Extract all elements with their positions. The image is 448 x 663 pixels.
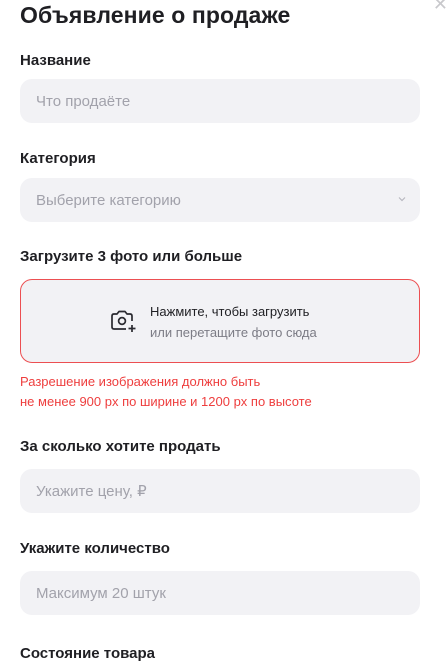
photos-label: Загрузите 3 фото или больше	[20, 248, 243, 265]
price-label: За сколько хотите продать	[20, 438, 221, 455]
photo-upload-dropzone[interactable]: Нажмите, чтобы загрузить или перетащите …	[20, 279, 420, 363]
condition-label: Состояние товара	[20, 645, 155, 662]
category-select[interactable]: Выберите категорию	[20, 178, 420, 222]
photo-error-line2: не менее 900 px по ширине и 1200 px по в…	[20, 394, 312, 409]
page-title: Объявление о продаже	[20, 2, 291, 28]
name-input[interactable]: Что продаёте	[20, 79, 420, 123]
category-label: Категория	[20, 150, 96, 167]
upload-text: Нажмите, чтобы загрузить	[150, 304, 310, 319]
name-label: Название	[20, 52, 91, 69]
camera-add-icon	[111, 310, 136, 332]
upload-subtext: или перетащите фото сюда	[150, 325, 317, 340]
quantity-input[interactable]: Максимум 20 штук	[20, 571, 420, 615]
quantity-placeholder: Максимум 20 штук	[36, 584, 166, 602]
photo-error-line1: Разрешение изображения должно быть	[20, 374, 261, 389]
price-input[interactable]: Укажите цену, ₽	[20, 469, 420, 513]
chevron-down-icon	[398, 197, 406, 202]
price-placeholder: Укажите цену, ₽	[36, 483, 147, 500]
category-placeholder: Выберите категорию	[36, 191, 181, 209]
quantity-label: Укажите количество	[20, 540, 170, 557]
close-icon[interactable]: ✕	[428, 0, 448, 12]
name-placeholder: Что продаёте	[36, 92, 131, 110]
